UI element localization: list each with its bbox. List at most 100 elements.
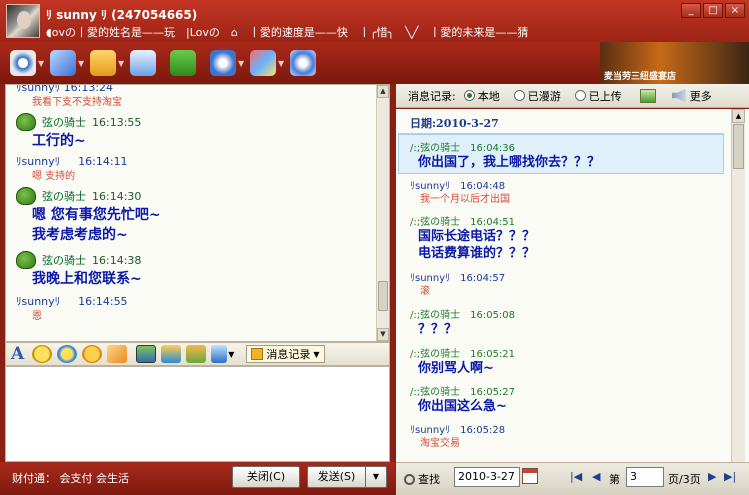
first-page-icon[interactable]: |◀ bbox=[570, 470, 582, 483]
toolbar: ▼ ▼ ▼ ▼ ▼ bbox=[0, 42, 600, 84]
message-text: 工行的~ bbox=[32, 133, 86, 149]
network-button[interactable]: ▼ bbox=[210, 46, 250, 80]
history-message: /:;弦の骑士 16:05:08 ？？？ bbox=[410, 310, 516, 337]
ad-text: 麦当劳三纽盛宴店 bbox=[604, 72, 677, 82]
history-message: ﾘsunnyﾘ 16:04:57 滚 bbox=[410, 273, 506, 297]
contact-name: ﾘ sunny ﾘ (247054665) bbox=[46, 8, 198, 22]
page-number-field[interactable]: 3 bbox=[626, 467, 664, 487]
network-icon bbox=[210, 50, 236, 76]
page-total: 页/3页 bbox=[668, 473, 701, 486]
radio-local[interactable]: 本地 bbox=[463, 88, 500, 104]
chat-message: ﾘsunnyﾘ 16:14:11 嗯 支持的 bbox=[16, 153, 128, 185]
image-icon[interactable] bbox=[136, 345, 157, 363]
turtle-avatar-icon bbox=[16, 251, 36, 269]
send-options-dropdown-icon[interactable]: ▼ bbox=[365, 466, 387, 488]
export-icon[interactable] bbox=[639, 88, 656, 103]
message-text: 我考虑考虑的~ bbox=[32, 227, 128, 243]
history-message: ﾘsunnyﾘ 16:05:28 淘宝交易 bbox=[410, 425, 506, 449]
contact-signature: ◖ovの丨愛的姓名是——玩 |Lovの ⌂ 丨愛的速度是——快 丨╭惜╮ ╲╱ … bbox=[46, 26, 529, 39]
emoticon-icon[interactable] bbox=[32, 345, 53, 363]
history-message: /:;弦の骑士 16:05:21 你别骂人啊~ bbox=[410, 349, 516, 376]
add-app-button[interactable] bbox=[170, 46, 210, 80]
add-app-icon bbox=[170, 50, 196, 76]
record-dropdown-icon: ▼ bbox=[313, 349, 320, 359]
message-header: ﾘsunnyﾘ 16:13:24 bbox=[16, 84, 114, 94]
ad-banner[interactable]: 麦当劳三纽盛宴店 bbox=[600, 42, 749, 84]
more-button[interactable]: 更多 bbox=[690, 88, 712, 104]
message-text: 恩 bbox=[32, 311, 42, 322]
find-button[interactable]: 查找 bbox=[404, 471, 440, 487]
gift-icon[interactable] bbox=[186, 345, 207, 363]
magic-face-icon[interactable] bbox=[57, 345, 78, 363]
history-message: /:;弦の骑士 16:05:27 你出国这么急~ bbox=[410, 387, 516, 414]
bottom-bar: 财付通： 会支付 会生活 关闭(C) 发送(S) ▼ bbox=[0, 462, 395, 495]
scroll-up-icon[interactable]: ▲ bbox=[732, 109, 745, 123]
history-panel: 日期:2010-3-27 /:;弦の骑士 16:04:36 你出国了，我上哪找你… bbox=[396, 109, 749, 462]
send-file-button[interactable]: ▼ bbox=[90, 46, 130, 80]
microphone-icon bbox=[50, 50, 76, 76]
video-icon bbox=[10, 50, 36, 76]
nudge-icon[interactable] bbox=[107, 345, 128, 363]
chat-message: 弦の骑士 16:13:55 工行的~ bbox=[16, 113, 141, 151]
message-text: 我晚上和您联系~ bbox=[32, 271, 142, 287]
screenshot-icon[interactable] bbox=[211, 345, 228, 363]
history-message: ﾘsunnyﾘ 16:04:48 我一个月以后才出国 bbox=[410, 181, 510, 205]
history-date: 日期:2010-3-27 bbox=[410, 117, 499, 130]
send-button[interactable]: 发送(S) bbox=[307, 466, 365, 488]
search-icon bbox=[404, 473, 415, 485]
maximize-button[interactable]: □ bbox=[703, 3, 723, 18]
scroll-down-icon[interactable]: ▼ bbox=[377, 328, 389, 341]
turtle-avatar-icon bbox=[16, 187, 36, 205]
chat-display: ﾘsunnyﾘ 16:13:24 我看下支不支持淘宝 弦の骑士 16:13:55 … bbox=[5, 84, 390, 342]
chat-scrollbar[interactable]: ▲ ▼ bbox=[376, 85, 389, 341]
game-button[interactable]: ▼ bbox=[250, 46, 290, 80]
history-title: 消息记录: bbox=[408, 89, 456, 103]
scroll-thumb[interactable] bbox=[378, 281, 388, 311]
format-toolbar: A ▼ 消息记录 ▼ bbox=[5, 342, 390, 366]
prev-page-icon[interactable]: ◀ bbox=[592, 470, 600, 483]
scroll-up-icon[interactable]: ▲ bbox=[377, 85, 389, 98]
message-text: 嗯 您有事您先忙吧~ bbox=[32, 207, 161, 223]
message-text: 我看下支不支持淘宝 bbox=[32, 97, 122, 108]
folder-icon bbox=[90, 50, 116, 76]
close-button[interactable]: 关闭(C) bbox=[232, 466, 300, 488]
screenshot-dropdown-icon[interactable]: ▼ bbox=[228, 350, 234, 359]
game-icon bbox=[250, 50, 276, 76]
caifu-link[interactable]: 财付通： 会支付 会生活 bbox=[12, 470, 129, 486]
record-icon bbox=[251, 348, 264, 360]
radio-uploaded[interactable]: 已上传 bbox=[574, 88, 622, 104]
minimize-button[interactable]: _ bbox=[681, 3, 701, 18]
music-icon[interactable] bbox=[161, 345, 182, 363]
close-window-button[interactable]: × bbox=[725, 3, 745, 18]
history-message: /:;弦の骑士 16:04:51 国际长途电话？？？ 电话费算谁的？？？ bbox=[410, 217, 536, 261]
chat-message: 弦の骑士 16:14:30 嗯 您有事您先忙吧~ 我考虑考虑的~ bbox=[16, 187, 161, 245]
next-page-icon[interactable]: ▶ bbox=[708, 470, 716, 483]
radio-dot-icon bbox=[574, 90, 586, 101]
history-scrollbar[interactable]: ▲ bbox=[731, 109, 745, 462]
scroll-thumb[interactable] bbox=[733, 124, 744, 169]
date-field[interactable]: 2010-3-27 bbox=[454, 467, 520, 487]
page-prefix: 第 bbox=[609, 473, 620, 486]
speaker-icon[interactable] bbox=[671, 88, 686, 103]
radio-roamed[interactable]: 已漫游 bbox=[513, 88, 561, 104]
last-page-icon[interactable]: ▶| bbox=[724, 470, 736, 483]
radio-dot-icon bbox=[463, 90, 475, 101]
calendar-icon[interactable] bbox=[522, 468, 538, 484]
history-header: 消息记录: 本地 已漫游 已上传 更多 bbox=[396, 84, 749, 108]
chat-message: ﾘsunnyﾘ 16:14:55 恩 bbox=[16, 293, 128, 325]
mail-icon bbox=[130, 50, 156, 76]
font-icon[interactable]: A bbox=[11, 344, 24, 364]
settings-icon bbox=[290, 50, 316, 76]
chat-message-partial: ﾘsunnyﾘ 16:13:24 我看下支不支持淘宝 bbox=[16, 84, 122, 111]
title-bar: ﾘ sunny ﾘ (247054665) ◖ovの丨愛的姓名是——玩 |Lov… bbox=[0, 0, 749, 42]
message-record-button[interactable]: 消息记录 ▼ bbox=[246, 345, 325, 363]
settings-button[interactable] bbox=[290, 46, 330, 80]
avatar[interactable] bbox=[6, 4, 40, 38]
send-mail-button[interactable] bbox=[130, 46, 170, 80]
voice-call-button[interactable]: ▼ bbox=[50, 46, 90, 80]
wink-icon[interactable] bbox=[82, 345, 103, 363]
video-call-button[interactable]: ▼ bbox=[10, 46, 50, 80]
chat-message: 弦の骑士 16:14:38 我晚上和您联系~ bbox=[16, 251, 142, 289]
history-message: /:;弦の骑士 16:04:36 你出国了，我上哪找你去？？？ bbox=[410, 143, 601, 170]
message-input[interactable] bbox=[5, 366, 390, 462]
